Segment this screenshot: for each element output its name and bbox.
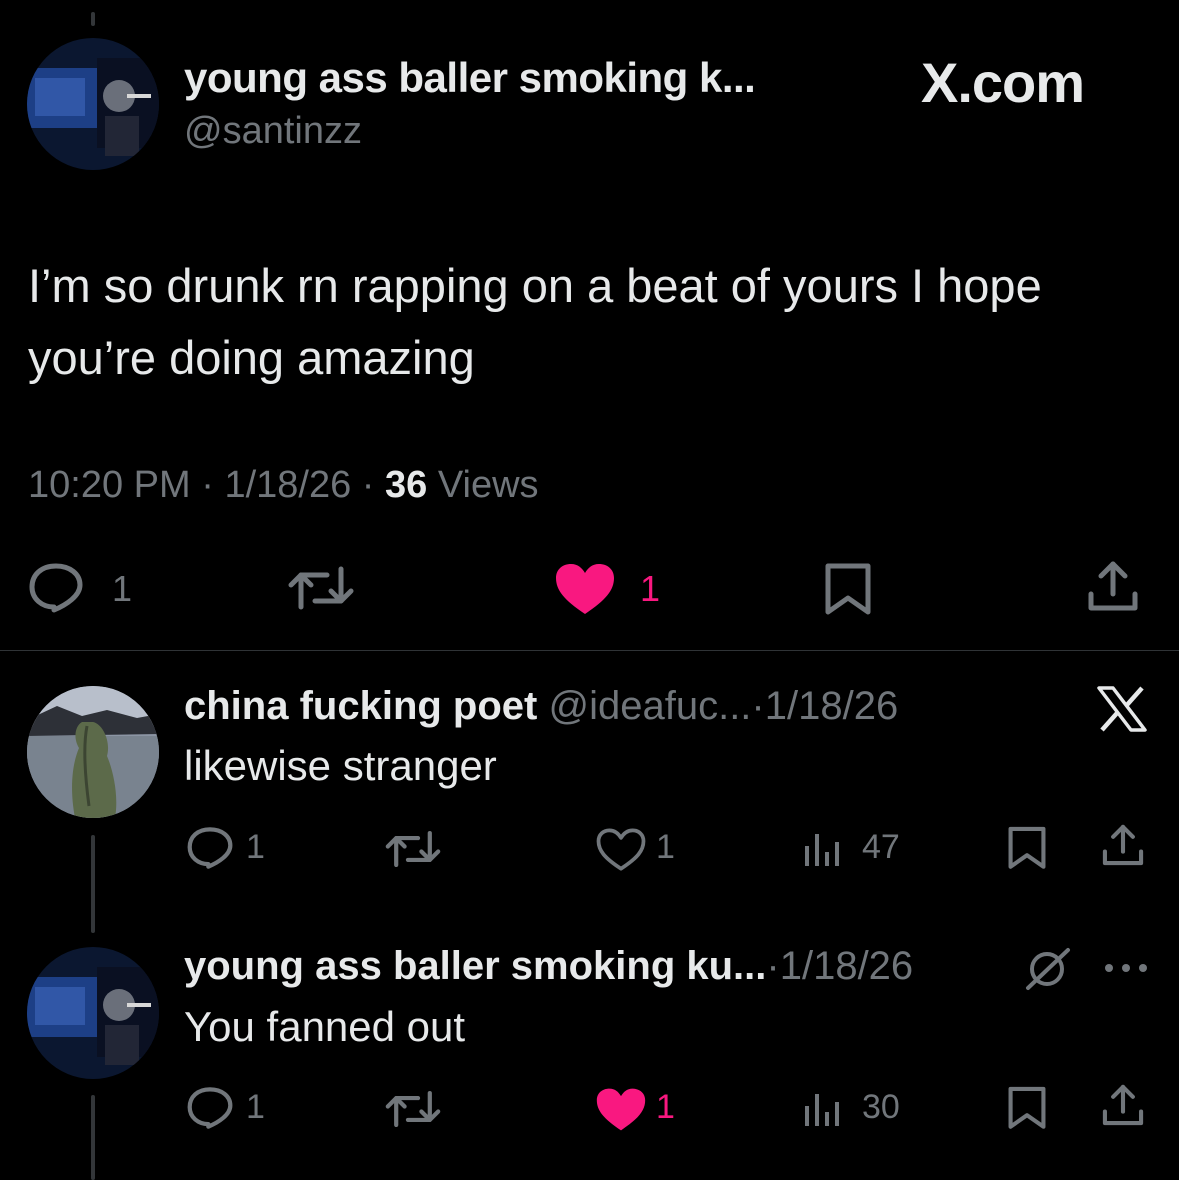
separator: · <box>361 464 375 506</box>
views-count: 30 <box>862 1088 900 1126</box>
avatar[interactable] <box>27 686 159 818</box>
heart-icon[interactable] <box>554 562 616 616</box>
reply-date[interactable]: 1/18/26 <box>780 944 913 988</box>
reply-count: 1 <box>246 1088 265 1126</box>
thread-line-reply1 <box>91 835 95 933</box>
avatar[interactable] <box>27 38 159 170</box>
share-icon[interactable] <box>1100 1082 1146 1128</box>
heart-outline-icon[interactable] <box>595 827 647 872</box>
avatar[interactable] <box>27 947 159 1079</box>
like-count: 1 <box>656 1088 675 1126</box>
share-icon[interactable] <box>1085 558 1141 614</box>
retweet-icon[interactable] <box>384 1088 442 1130</box>
reply-text: likewise stranger <box>184 742 497 789</box>
tweet-text-line: you’re doing amazing <box>28 331 475 384</box>
bookmark-icon[interactable] <box>1005 1084 1049 1130</box>
tweet-date[interactable]: 1/18/26 <box>224 464 351 506</box>
grok-icon[interactable] <box>1024 946 1072 992</box>
views-icon[interactable] <box>803 1088 843 1128</box>
views-icon[interactable] <box>803 828 843 868</box>
reply-icon[interactable] <box>28 562 84 614</box>
divider <box>0 650 1179 651</box>
tweet-text-line: I’m so drunk rn rapping on a beat of you… <box>28 259 1042 312</box>
tweet-time[interactable]: 10:20 PM <box>28 464 191 506</box>
separator: · <box>751 684 765 728</box>
like-count: 1 <box>656 828 675 866</box>
x-logo-icon <box>1097 686 1147 732</box>
tweet-text: I’m so drunk rn rapping on a beat of you… <box>28 250 1042 394</box>
views-count: 47 <box>862 828 900 866</box>
handle[interactable]: @ideafuc... <box>548 684 751 728</box>
more-icon[interactable] <box>1103 962 1149 974</box>
display-name[interactable]: china fucking poet <box>184 684 537 728</box>
retweet-icon[interactable] <box>287 563 355 613</box>
reply-header: young ass baller smoking ku...·1/18/26 <box>184 944 913 989</box>
tweet-meta: 10:20 PM · 1/18/26 · 36 Views <box>28 464 539 507</box>
share-icon[interactable] <box>1100 822 1146 868</box>
retweet-icon[interactable] <box>384 828 442 870</box>
heart-icon[interactable] <box>595 1087 647 1132</box>
thread-line-top <box>91 12 95 26</box>
reply-icon[interactable] <box>186 826 234 870</box>
reply-header: china fucking poet @ideafuc...·1/18/26 <box>184 684 898 729</box>
display-name[interactable]: young ass baller smoking ku... <box>184 944 766 988</box>
display-name[interactable]: young ass baller smoking k... <box>184 54 756 102</box>
brand-label: X.com <box>921 51 1085 114</box>
like-count: 1 <box>640 568 661 609</box>
separator: · <box>201 464 214 506</box>
reply-text: You fanned out <box>184 1003 466 1050</box>
reply-count: 1 <box>112 568 133 609</box>
views-count: 36 <box>385 464 428 506</box>
reply-count: 1 <box>246 828 265 866</box>
thread-line-reply2 <box>91 1095 95 1180</box>
bookmark-icon[interactable] <box>1005 824 1049 870</box>
reply-icon[interactable] <box>186 1086 234 1130</box>
views-label: Views <box>437 464 539 506</box>
separator: · <box>766 944 780 988</box>
bookmark-icon[interactable] <box>822 560 874 616</box>
handle[interactable]: @santinzz <box>184 110 362 153</box>
reply-date[interactable]: 1/18/26 <box>765 684 898 728</box>
